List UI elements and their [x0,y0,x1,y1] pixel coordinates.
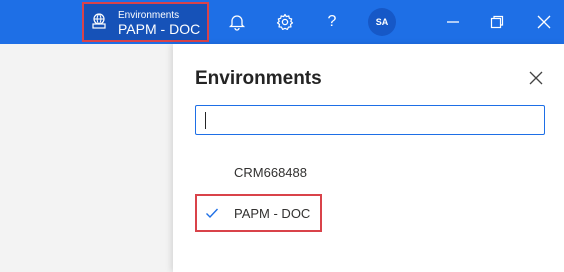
environment-option-label: PAPM - DOC [234,206,311,221]
help-button[interactable]: ? [322,12,342,32]
bell-icon [228,15,246,31]
help-icon: ? [327,13,337,30]
minimize-icon [447,21,459,23]
environment-caption: Environments [118,10,180,21]
restore-button[interactable] [487,12,507,32]
minimize-button[interactable] [443,12,463,32]
main-content-area [0,44,173,272]
close-window-button[interactable] [534,12,554,32]
environments-panel: Environments CRM668488 PAPM - DOC [173,44,564,272]
avatar[interactable]: SA [368,8,396,36]
close-icon[interactable] [528,70,544,86]
settings-button[interactable] [275,12,295,32]
title-bar: Environments PAPM - DOC ? SA [0,0,564,44]
restore-icon [490,15,504,29]
environment-option-selected[interactable]: PAPM - DOC [195,194,322,232]
close-icon [537,15,551,29]
globe-building-icon [92,13,106,29]
environment-option[interactable]: CRM668488 [234,165,307,180]
environment-search-input[interactable] [195,105,545,135]
current-environment-name: PAPM - DOC [118,21,201,37]
notifications-button[interactable] [227,12,247,32]
environment-picker-button[interactable]: Environments PAPM - DOC [82,2,209,42]
panel-title: Environments [195,68,322,89]
check-icon [206,208,219,219]
text-caret [205,112,206,129]
gear-icon [276,13,294,30]
